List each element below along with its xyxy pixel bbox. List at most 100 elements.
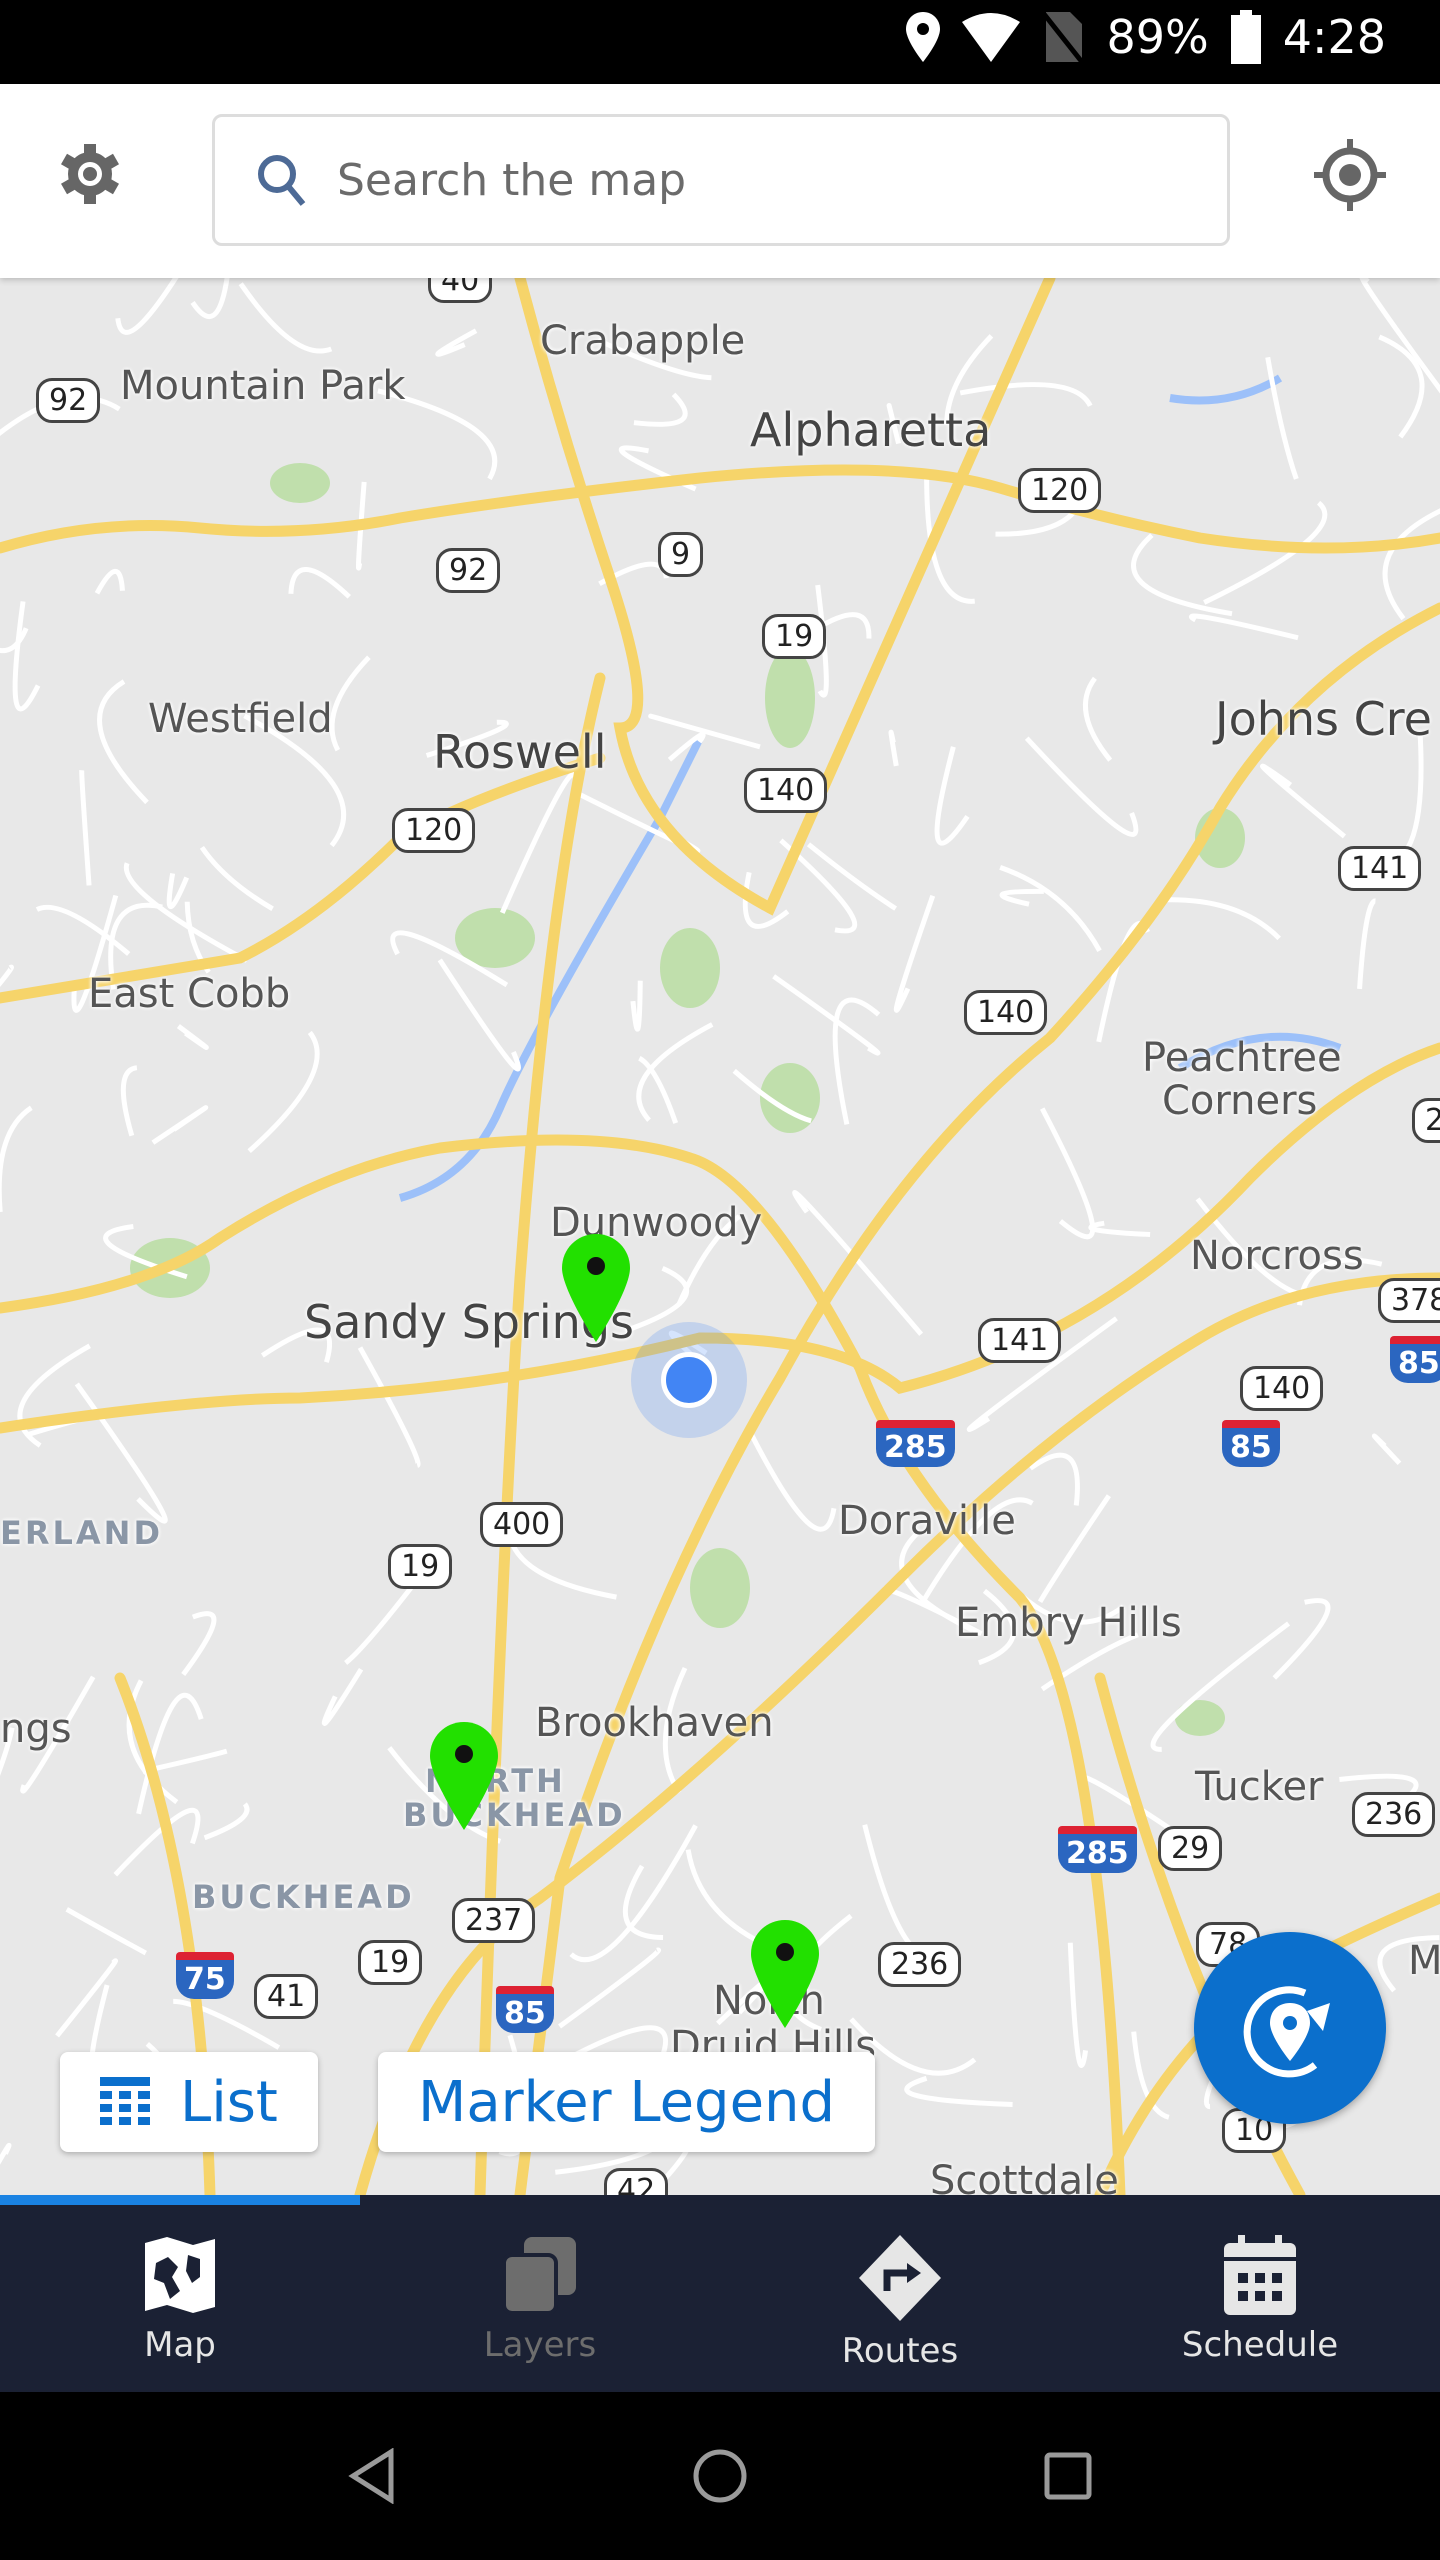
place-label: Peachtree [1142,1035,1342,1081]
interstate-shield: 85 [1222,1420,1280,1467]
top-bar [0,84,1440,278]
street [166,873,190,910]
route-shield: 40 [428,278,493,303]
route-shield: 140 [964,990,1048,1035]
street [55,1958,119,2038]
list-button[interactable]: List [60,2052,318,2152]
tab-routes[interactable]: Routes [720,2195,1080,2392]
map-icon [145,2237,215,2313]
street [329,655,371,752]
street [151,1105,209,1145]
route-shield: 42 [604,2168,669,2195]
home-icon[interactable] [692,2448,748,2504]
street [1039,1107,1096,1240]
street [288,567,351,599]
street [1088,1220,1151,1238]
street [113,1807,201,1877]
route-shield: 19 [388,1544,453,1589]
street [1037,1494,1111,1604]
search-icon [258,155,306,206]
route-shield: 29 [1158,1826,1223,1871]
interstate-shield: 85 [1390,1336,1440,1383]
search-box[interactable] [212,114,1230,246]
route-shield: 236 [1352,1792,1436,1837]
tab-map[interactable]: Map [0,2195,360,2392]
street [94,569,125,595]
place-label: Norcross [1190,1233,1364,1279]
map-marker-pin[interactable] [751,1920,819,2028]
gear-icon[interactable] [58,142,122,206]
place-label: Corners [1162,1078,1318,1124]
street [995,511,1075,537]
route-shield: 140 [744,768,828,813]
street [199,845,274,911]
back-icon[interactable] [347,2448,397,2504]
street [65,1907,147,1956]
street [190,278,230,319]
street [181,1611,217,1677]
street [17,1343,91,1448]
place-label: Doraville [838,1498,1016,1544]
street [1028,1452,1080,1506]
street [508,1538,617,1600]
street [862,1824,953,1960]
street [1382,508,1440,621]
street [904,2075,1013,2108]
system-nav-bar [0,2392,1440,2560]
route-shield: 141 [1338,846,1422,891]
map-marker-pin[interactable] [430,1722,498,1830]
interstate-shield: 75 [176,1952,234,1999]
search-input[interactable] [337,154,1137,206]
street [321,1667,364,1726]
tab-layers[interactable]: Layers [360,2195,720,2392]
route-shield: 141 [978,1318,1062,1363]
clock: 4:28 [1282,10,1386,64]
place-label: Mountain Park [120,363,406,409]
street [357,1346,421,1468]
place-label: Alpharetta [750,403,992,457]
street [1131,533,1233,617]
street [648,713,761,750]
route-shield: 92 [436,548,501,593]
street [636,1022,714,1122]
marker-legend-label: Marker Legend [418,2069,836,2135]
route-shield: 237 [452,1898,536,1943]
layers-icon [502,2237,576,2315]
street [1024,736,1139,837]
map-marker-pin[interactable] [562,1234,630,1342]
street [1359,278,1440,394]
street [203,1802,250,1841]
battery-icon [1230,10,1261,64]
list-label: List [180,2069,278,2135]
tab-label: Schedule [1181,2325,1339,2365]
street [1188,613,1299,641]
street [0,627,29,654]
street [1272,1598,1331,1680]
place-label: Crabapple [540,318,746,364]
tab-schedule[interactable]: Schedule [1080,2195,1440,2392]
street [630,980,643,1032]
marker-legend-button[interactable]: Marker Legend [378,2052,876,2152]
place-label: Scottdale [930,2158,1119,2195]
calendar-icon [1224,2235,1296,2315]
street [435,328,478,357]
route-shield: 120 [392,808,476,853]
street [558,1947,661,2029]
route-shield: 9 [658,532,704,577]
route-optimize-button[interactable] [1194,1932,1386,2124]
tab-label: Map [144,2325,216,2365]
interstate-shield: 285 [876,1420,955,1467]
street [624,1265,689,1334]
route-optimize-icon [1243,1986,1330,2078]
list-grid-icon [100,2077,150,2125]
street [893,894,936,1013]
route-shield: 19 [762,614,827,659]
street [1096,921,1151,1043]
street [247,1030,320,1153]
map-view[interactable]: Crabapple Mountain Park Alpharetta Westf… [0,278,1440,2195]
place-label: Tucker [1195,1764,1324,1810]
recents-icon[interactable] [1043,2451,1093,2501]
bottom-nav: Map Layers Routes Schedule [0,2195,1440,2392]
street [79,769,92,886]
crosshair-icon[interactable] [1314,139,1386,211]
